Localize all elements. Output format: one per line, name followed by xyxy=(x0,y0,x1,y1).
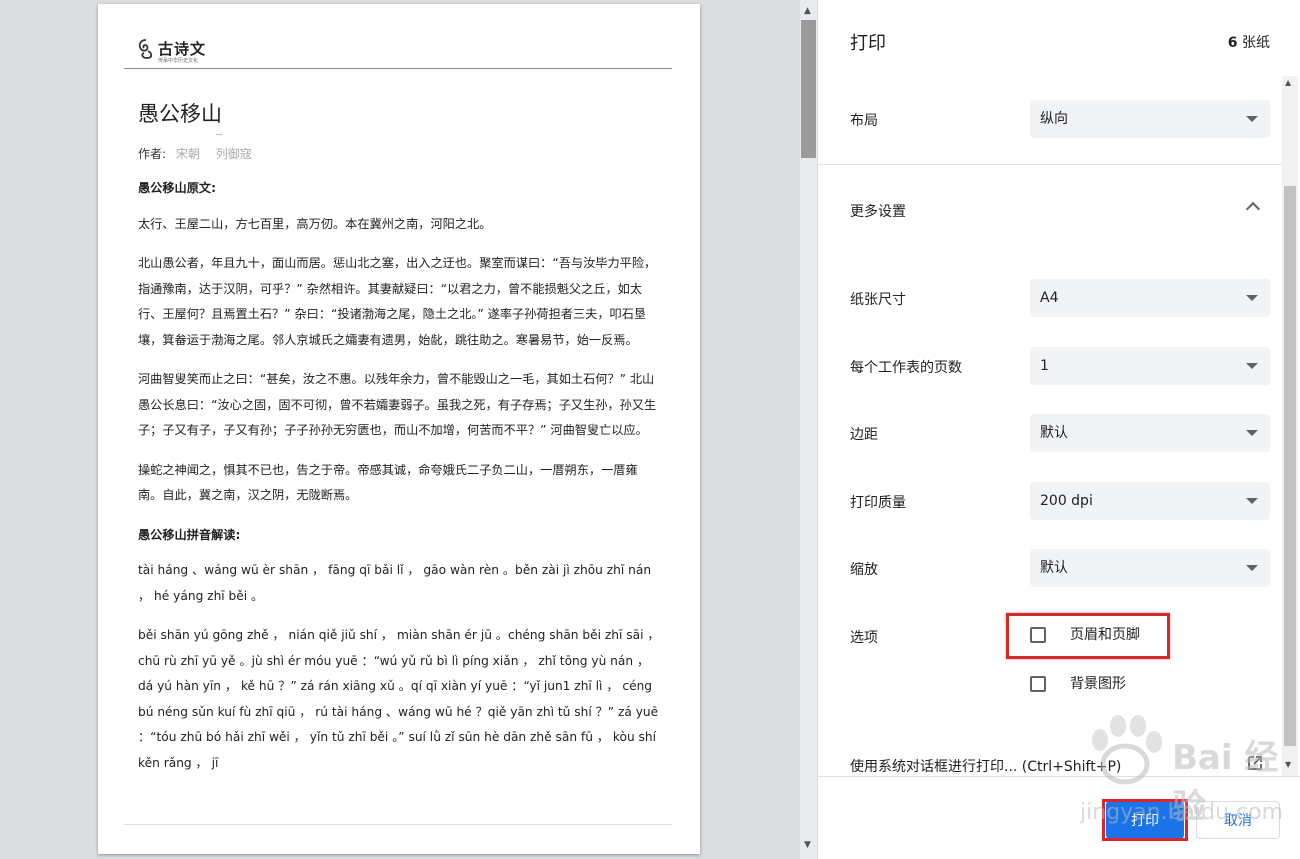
headers-footers-highlight xyxy=(1006,613,1170,659)
title-underline xyxy=(216,134,222,135)
pages-per-sheet-select[interactable]: 1 xyxy=(1030,347,1270,385)
dropdown-arrow-icon xyxy=(1246,565,1258,571)
section-heading: 愚公移山原文: xyxy=(138,181,216,195)
pages-per-sheet-value: 1 xyxy=(1040,358,1049,374)
print-preview-area: 古诗文 传承中华历史文化 愚公移山 作者: 宋朝 列御寇 愚公移山原文: 太行、王… xyxy=(0,0,798,859)
dropdown-arrow-icon xyxy=(1246,430,1258,436)
paper-size-label: 纸张尺寸 xyxy=(850,292,906,308)
paragraph: běi shān yú gōng zhě ， nián qiě jiǔ shí … xyxy=(138,628,660,770)
preview-page: 古诗文 传承中华历史文化 愚公移山 作者: 宋朝 列御寇 愚公移山原文: 太行、王… xyxy=(98,4,700,854)
layout-select[interactable]: 纵向 xyxy=(1030,100,1270,138)
dropdown-arrow-icon xyxy=(1246,363,1258,369)
print-settings-panel: 打印 6 张纸 布局 纵向 更多设置 纸张尺寸 A4 每个工作表的页数 1 边距… xyxy=(818,0,1300,859)
panel-header: 打印 6 张纸 xyxy=(818,0,1300,76)
logo-brand-text: 古诗文 xyxy=(158,40,207,58)
header-divider xyxy=(124,68,672,69)
cancel-button[interactable]: 取消 xyxy=(1196,801,1280,839)
quality-select[interactable]: 200 dpi xyxy=(1030,482,1270,520)
paper-size-select[interactable]: A4 xyxy=(1030,279,1270,317)
open-external-icon[interactable] xyxy=(1246,754,1264,772)
author-link: 列御寇 xyxy=(215,147,252,161)
background-graphics-label[interactable]: 背景图形 xyxy=(1070,674,1126,694)
quality-label: 打印质量 xyxy=(850,495,906,511)
sheet-count-number: 6 xyxy=(1227,35,1238,51)
system-dialog-link[interactable]: 使用系统对话框进行打印... (Ctrl+Shift+P) xyxy=(850,756,1230,776)
site-logo: 古诗文 传承中华历史文化 xyxy=(136,38,256,64)
sheet-count-unit: 张纸 xyxy=(1242,35,1270,51)
options-label: 选项 xyxy=(850,630,878,646)
document-meta: 作者: 宋朝 列御寇 xyxy=(138,145,252,162)
panel-scroll-thumb[interactable] xyxy=(1284,186,1296,746)
print-button-highlight xyxy=(1102,799,1188,841)
logo-swirl-icon xyxy=(138,39,153,59)
document-content: 愚公移山原文: 太行、王屋二山，方七百里，高万仞。本在冀州之南，河阳之北。北山愚公… xyxy=(138,176,660,790)
author-label: 作者: xyxy=(138,147,167,161)
preview-scrollbar[interactable]: ▲ ▼ xyxy=(800,0,817,859)
dynasty-link: 宋朝 xyxy=(175,147,200,161)
margins-select[interactable]: 默认 xyxy=(1030,414,1270,452)
paragraph: 操蛇之神闻之，惧其不已也，告之于帝。帝感其诚，命夸娥氏二子负二山，一厝朔东，一厝… xyxy=(138,462,638,503)
layout-label: 布局 xyxy=(850,113,878,129)
scroll-down-icon[interactable]: ▼ xyxy=(804,840,811,850)
scale-select[interactable]: 默认 xyxy=(1030,549,1270,587)
panel-scrollbar[interactable]: ▲ ▼ xyxy=(1282,76,1298,776)
sheet-count: 6 张纸 xyxy=(1228,32,1270,52)
margins-label: 边距 xyxy=(850,427,878,443)
chevron-up-icon xyxy=(1245,201,1261,217)
section-heading: 愚公移山拼音解读: xyxy=(138,527,241,542)
document-title: 愚公移山 xyxy=(138,102,222,126)
pages-per-sheet-label: 每个工作表的页数 xyxy=(850,360,962,376)
paragraph: 河曲智叟笑而止之曰：“甚矣，汝之不惠。以残年余力，曾不能毁山之一毛，其如土石何？… xyxy=(138,372,657,437)
footer-divider xyxy=(124,824,672,825)
margins-value: 默认 xyxy=(1040,425,1068,441)
scale-value: 默认 xyxy=(1040,560,1068,576)
paragraph: 北山愚公者，年且九十，面山而居。惩山北之塞，出入之迂也。聚室而谋曰：“吾与汝毕力… xyxy=(138,256,657,347)
scale-label: 缩放 xyxy=(850,562,878,578)
preview-scroll-thumb[interactable] xyxy=(801,20,816,158)
dropdown-arrow-icon xyxy=(1246,295,1258,301)
paragraph: 太行、王屋二山，方七百里，高万仞。本在冀州之南，河阳之北。 xyxy=(138,216,492,231)
layout-value: 纵向 xyxy=(1040,111,1068,127)
scroll-up-icon[interactable]: ▲ xyxy=(1285,78,1291,87)
panel-footer: 打印 取消 xyxy=(818,776,1300,859)
dropdown-arrow-icon xyxy=(1246,116,1258,122)
logo-tagline: 传承中华历史文化 xyxy=(158,58,199,64)
paragraph: tài háng 、wáng wū èr shān ， fāng qī bǎi … xyxy=(138,563,652,603)
scroll-down-icon[interactable]: ▼ xyxy=(1285,760,1291,769)
more-settings-toggle[interactable]: 更多设置 xyxy=(818,190,1282,230)
scroll-up-icon[interactable]: ▲ xyxy=(804,6,811,16)
section-divider xyxy=(818,164,1282,165)
more-settings-label: 更多设置 xyxy=(850,204,906,220)
background-graphics-checkbox[interactable] xyxy=(1030,676,1046,692)
quality-value: 200 dpi xyxy=(1040,493,1093,509)
panel-title: 打印 xyxy=(850,33,886,54)
dropdown-arrow-icon xyxy=(1246,498,1258,504)
paper-size-value: A4 xyxy=(1040,290,1059,306)
